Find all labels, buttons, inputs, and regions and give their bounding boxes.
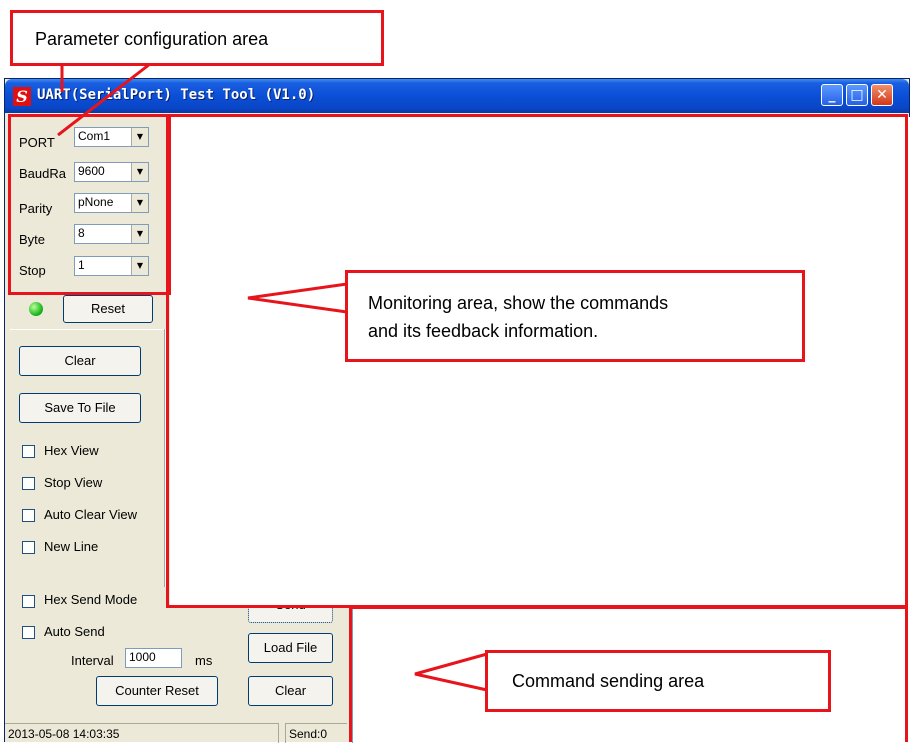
monitor-caption-line1: Monitoring area, show the commands: [368, 293, 669, 313]
command-area-caption: Command sending area: [512, 671, 705, 691]
monitor-caption-line2: and its feedback information.: [368, 321, 599, 341]
monitor-area-callout: Monitoring area, show the commands and i…: [345, 270, 805, 362]
param-area-highlight: [8, 114, 171, 295]
param-area-caption: Parameter configuration area: [35, 29, 269, 49]
command-area-callout: Command sending area: [485, 650, 831, 712]
param-area-callout: Parameter configuration area: [10, 10, 384, 66]
